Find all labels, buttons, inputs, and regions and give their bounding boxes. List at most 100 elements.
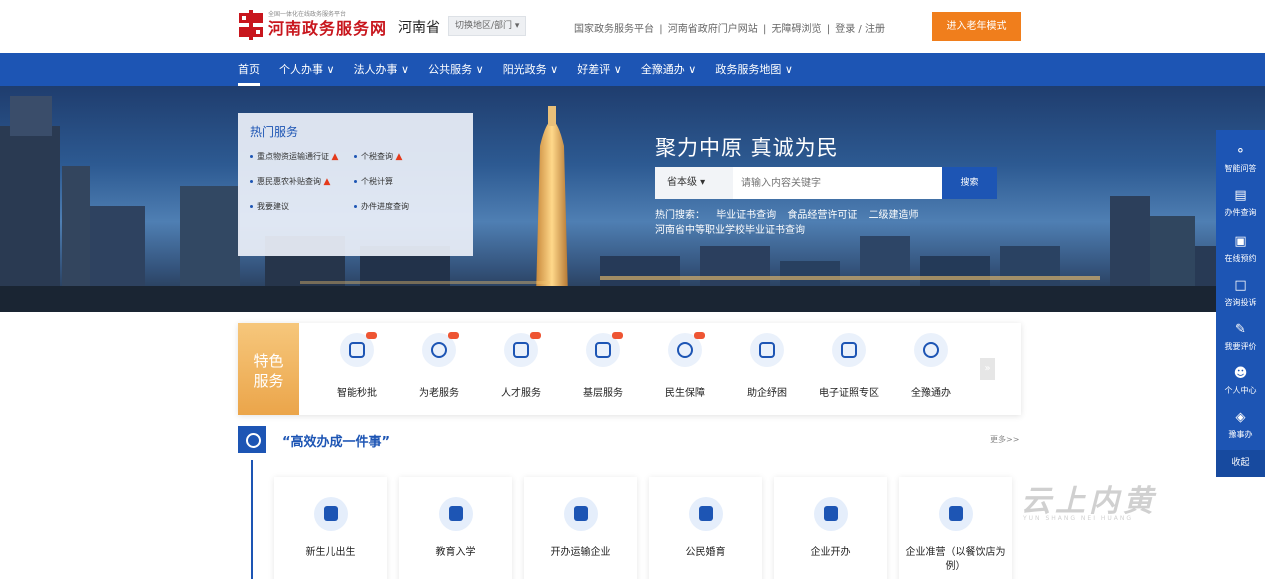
building-icon bbox=[750, 333, 784, 367]
site-header: 全国一体化在线政务服务平台 河南政务服务网 河南省 切换地区/部门 ▾ 国家政务… bbox=[0, 0, 1265, 53]
nav-rating[interactable]: 好差评 ∨ bbox=[577, 53, 622, 86]
people-icon bbox=[504, 332, 541, 367]
service-card[interactable]: 公民婚育 bbox=[649, 477, 762, 579]
feature-province-wide[interactable]: 全豫通办 bbox=[891, 333, 971, 399]
main-nav: 首页 个人办事 ∨ 法人办事 ∨ 公共服务 ∨ 阳光政务 ∨ 好差评 ∨ 全豫通… bbox=[0, 53, 1265, 86]
fire-icon: ▲ bbox=[395, 152, 403, 162]
logo-title: 河南政务服务网 bbox=[268, 19, 388, 38]
smart-approval-icon bbox=[340, 332, 377, 367]
shield-check-icon bbox=[813, 497, 848, 531]
feature-e-license[interactable]: 电子证照专区 bbox=[809, 333, 889, 399]
logo-emblem-icon bbox=[238, 10, 264, 40]
nav-open-government[interactable]: 阳光政务 ∨ bbox=[503, 53, 559, 86]
elder-mode-button[interactable]: 进入老年模式 bbox=[932, 12, 1021, 41]
search-doc-icon: ▤ bbox=[1234, 188, 1247, 203]
page: 全国一体化在线政务服务平台 河南政务服务网 河南省 切换地区/部门 ▾ 国家政务… bbox=[0, 0, 1265, 579]
feature-enterprise-relief[interactable]: 助企纾困 bbox=[727, 333, 807, 399]
graduation-cap-icon bbox=[438, 497, 473, 531]
search-button[interactable]: 搜索 bbox=[942, 167, 997, 199]
sidebar-item-smart-qa[interactable]: ⚬ 智能问答 bbox=[1216, 144, 1265, 174]
edit-icon: ✎ bbox=[1235, 322, 1246, 337]
sidebar-item-personal-center[interactable]: ☻ 个人中心 bbox=[1216, 366, 1265, 396]
hot-services-panel: 热门服务 重点物资运输通行证 ▲ 个税查询 ▲ 惠民惠农补贴查询 ▲ 个税计算 … bbox=[238, 113, 473, 256]
link-provincial-portal[interactable]: 河南省政府门户网站 bbox=[668, 24, 758, 35]
search-input[interactable] bbox=[733, 167, 942, 199]
compass-icon bbox=[238, 426, 266, 453]
hot-services-title: 热门服务 bbox=[250, 125, 299, 139]
feature-grassroots-service[interactable]: 基层服务 bbox=[563, 332, 643, 399]
hand-heart-icon bbox=[668, 332, 705, 367]
top-links: 国家政务服务平台 | 河南省政府门户网站 | 无障碍浏览 | 登录 / 注册 bbox=[574, 24, 885, 35]
document-icon bbox=[586, 332, 623, 367]
sidebar-item-yushiban[interactable]: ◈ 豫事办 bbox=[1216, 410, 1265, 440]
hot-search-term[interactable]: 食品经营许可证 bbox=[787, 210, 857, 221]
section-divider bbox=[251, 460, 253, 579]
service-card[interactable]: 开办运输企业 bbox=[524, 477, 637, 579]
nav-province-wide[interactable]: 全豫通办 ∨ bbox=[641, 53, 697, 86]
more-link[interactable]: 更多>> bbox=[990, 434, 1019, 445]
watermark-subtitle: YUN SHANG NEI HUANG bbox=[1023, 515, 1134, 522]
hot-service-link[interactable]: 我要建议 bbox=[250, 201, 289, 212]
food-cover-icon bbox=[938, 497, 973, 531]
calendar-icon: ▣ bbox=[1234, 234, 1247, 249]
site-logo[interactable]: 全国一体化在线政务服务平台 河南政务服务网 bbox=[238, 10, 387, 40]
section-title: “高效办成一件事” bbox=[282, 435, 391, 450]
hot-service-link[interactable]: 办件进度查询 bbox=[354, 201, 409, 212]
nav-personal[interactable]: 个人办事 ∨ bbox=[279, 53, 335, 86]
link-login-register[interactable]: 登录 / 注册 bbox=[835, 24, 885, 35]
featured-services: 特色服务 智能秒批 为老服务 人才服务 基层服务 民生保障 助企纾困 电子证照专… bbox=[238, 323, 1021, 415]
hot-search-term[interactable]: 二级建造师 bbox=[869, 210, 919, 221]
hot-search-label: 热门搜索： bbox=[655, 210, 705, 221]
fire-icon: ▲ bbox=[323, 177, 331, 187]
nav-service-map[interactable]: 政务服务地图 ∨ bbox=[715, 53, 793, 86]
nav-home[interactable]: 首页 bbox=[238, 53, 260, 86]
link-accessibility[interactable]: 无障碍浏览 bbox=[772, 24, 822, 35]
service-card[interactable]: 新生儿出生 bbox=[274, 477, 387, 579]
feature-elderly-service[interactable]: 为老服务 bbox=[399, 332, 479, 399]
fire-icon: ▲ bbox=[331, 152, 339, 162]
feature-next-button[interactable]: » bbox=[980, 358, 995, 380]
hot-service-link[interactable]: 个税计算 bbox=[354, 176, 393, 187]
briefcase-icon bbox=[563, 497, 598, 531]
service-card[interactable]: 企业开办 bbox=[774, 477, 887, 579]
logo-subtitle: 全国一体化在线政务服务平台 bbox=[268, 11, 347, 18]
baby-icon bbox=[313, 497, 348, 531]
watermark-logo: 云上内黄 bbox=[1021, 484, 1157, 519]
feature-livelihood[interactable]: 民生保障 bbox=[645, 332, 725, 399]
user-icon: ☻ bbox=[1233, 366, 1248, 381]
sidebar-item-rating[interactable]: ✎ 我要评价 bbox=[1216, 322, 1265, 352]
hot-search-terms: 热门搜索： 毕业证书查询 食品经营许可证 二级建造师 河南省中等职业学校毕业证书… bbox=[655, 208, 927, 238]
sidebar-item-complaint[interactable]: □ 咨询投诉 bbox=[1216, 278, 1265, 308]
banner-slogan: 聚力中原 真诚为民 bbox=[655, 136, 839, 160]
check-circle-icon bbox=[914, 333, 948, 367]
nav-public-service[interactable]: 公共服务 ∨ bbox=[428, 53, 484, 86]
region-switch-button[interactable]: 切换地区/部门 ▾ bbox=[448, 16, 527, 36]
hero-banner: 热门服务 重点物资运输通行证 ▲ 个税查询 ▲ 惠民惠农补贴查询 ▲ 个税计算 … bbox=[0, 86, 1265, 312]
service-card[interactable]: 教育入学 bbox=[399, 477, 512, 579]
hot-service-link[interactable]: 惠民惠农补贴查询 ▲ bbox=[250, 176, 330, 187]
sidebar-collapse-button[interactable]: 收起 bbox=[1216, 450, 1265, 477]
hot-search-term[interactable]: 毕业证书查询 bbox=[716, 210, 776, 221]
feature-smart-approval[interactable]: 智能秒批 bbox=[317, 332, 397, 399]
city-skyline-image bbox=[0, 96, 1265, 312]
sidebar-item-case-query[interactable]: ▤ 办件查询 bbox=[1216, 188, 1265, 218]
service-card[interactable]: 企业准营（以餐饮店为例） bbox=[899, 477, 1012, 579]
id-card-icon bbox=[832, 333, 866, 367]
message-icon: □ bbox=[1234, 278, 1247, 293]
nav-corporate[interactable]: 法人办事 ∨ bbox=[354, 53, 410, 86]
sidebar-item-appointment[interactable]: ▣ 在线预约 bbox=[1216, 234, 1265, 264]
featured-services-label: 特色服务 bbox=[238, 323, 299, 415]
feature-talent-service[interactable]: 人才服务 bbox=[481, 332, 561, 399]
hot-service-link[interactable]: 个税查询 ▲ bbox=[354, 151, 402, 162]
link-national-platform[interactable]: 国家政务服务平台 bbox=[574, 24, 654, 35]
hot-search-term[interactable]: 河南省中等职业学校毕业证书查询 bbox=[655, 225, 805, 236]
chat-icon: ⚬ bbox=[1235, 144, 1246, 159]
heart-icon bbox=[422, 332, 459, 367]
current-region: 河南省 bbox=[398, 20, 440, 36]
search-level-select[interactable]: 省本级 ▾ bbox=[655, 167, 733, 199]
search-bar: 省本级 ▾ 搜索 bbox=[655, 167, 997, 199]
couple-icon bbox=[688, 497, 723, 531]
right-toolbar: ⚬ 智能问答 ▤ 办件查询 ▣ 在线预约 □ 咨询投诉 ✎ 我要评价 ☻ 个人中… bbox=[1216, 130, 1265, 477]
app-icon: ◈ bbox=[1235, 410, 1246, 425]
hot-service-link[interactable]: 重点物资运输通行证 ▲ bbox=[250, 151, 338, 162]
